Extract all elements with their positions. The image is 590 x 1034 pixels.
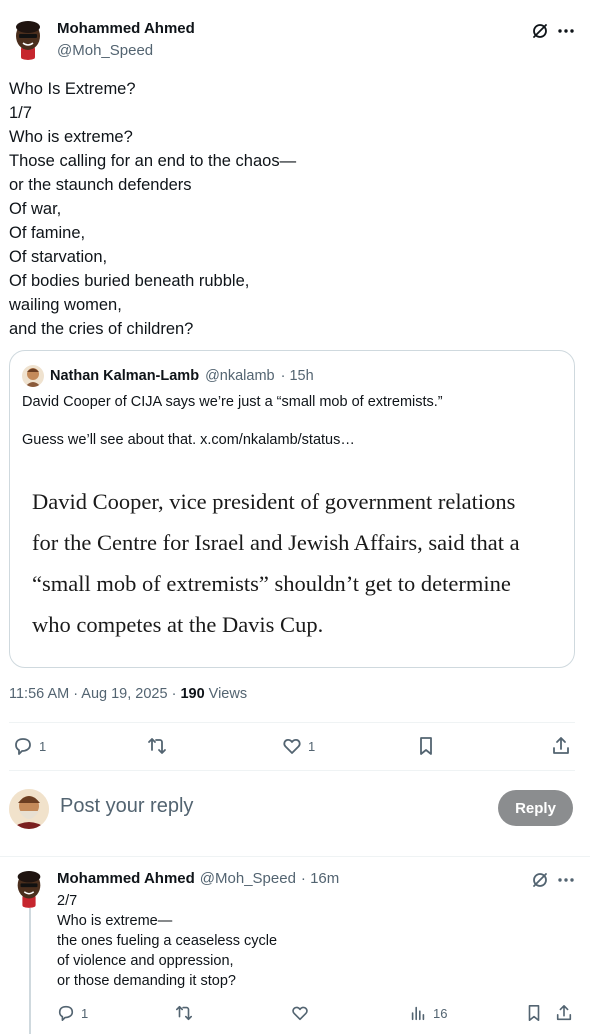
views-button[interactable]: 16	[409, 1004, 447, 1022]
quoted-tweet-time: · 15h	[280, 368, 314, 384]
bookmark-icon	[528, 1004, 540, 1022]
share-icon	[553, 737, 569, 754]
author-avatar[interactable]	[10, 20, 46, 60]
thread-author-avatar-image	[17, 871, 41, 908]
quoted-author-handle: @nkalamb	[205, 368, 275, 384]
like-icon	[292, 1006, 308, 1021]
current-user-avatar[interactable]	[9, 789, 49, 829]
retweet-icon	[148, 738, 166, 754]
more-icon[interactable]	[556, 870, 576, 895]
grok-icon[interactable]	[530, 21, 550, 46]
quoted-tweet-text: David Cooper of CIJA says we’re just a “…	[22, 394, 443, 410]
views-count: 190	[180, 686, 205, 702]
grok-icon[interactable]	[530, 870, 550, 895]
reply-button[interactable]: 1	[57, 1004, 88, 1022]
quoted-author-avatar	[22, 365, 44, 387]
tweet-meta: 11:56 AM · Aug 19, 2025 · 190 Views	[9, 686, 247, 702]
quoted-tweet-card[interactable]: Nathan Kalman-Lamb @nkalamb · 15h David …	[9, 350, 575, 668]
reply-count: 1	[39, 738, 47, 754]
reply-submit-button[interactable]: Reply	[498, 790, 573, 826]
quoted-author-name: Nathan Kalman-Lamb	[50, 368, 200, 384]
quoted-tweet-link-text: Guess we’ll see about that. x.com/nkalam…	[22, 432, 355, 448]
like-icon	[283, 738, 301, 754]
bookmark-button[interactable]	[416, 736, 436, 756]
thread-connector-line	[29, 908, 31, 1034]
thread-author-avatar[interactable]	[12, 870, 46, 908]
thread-author-handle[interactable]: @Moh_Speed	[200, 870, 296, 887]
thread-tweet-header: Mohammed Ahmed @Moh_Speed · 16m	[57, 870, 339, 887]
views-label: Views	[204, 686, 248, 702]
like-button[interactable]	[291, 1004, 309, 1022]
reply-count: 1	[81, 1005, 89, 1021]
author-handle[interactable]: @Moh_Speed	[57, 42, 153, 59]
reply-button[interactable]: 1	[13, 736, 46, 756]
reply-input[interactable]: Post your reply	[60, 795, 193, 818]
reply-icon	[58, 1005, 74, 1022]
share-button[interactable]	[555, 1004, 573, 1022]
like-count: 1	[308, 738, 316, 754]
thread-tweet-time[interactable]: · 16m	[301, 870, 339, 887]
reply-icon	[15, 738, 31, 755]
like-button[interactable]: 1	[282, 736, 315, 756]
views-count: 16	[433, 1005, 448, 1021]
thread-tweet-action-bar: 1 16	[57, 1004, 577, 1024]
current-user-avatar-image	[9, 789, 49, 829]
share-icon	[556, 1004, 572, 1021]
retweet-icon	[175, 1005, 193, 1021]
divider	[9, 722, 575, 723]
views-icon	[411, 1006, 425, 1021]
quoted-tweet-header: Nathan Kalman-Lamb @nkalamb · 15h	[22, 365, 314, 387]
divider	[9, 770, 575, 771]
thread-author-name[interactable]: Mohammed Ahmed	[57, 870, 195, 887]
quoted-image-excerpt: David Cooper, vice president of governme…	[32, 489, 520, 637]
retweet-button[interactable]	[175, 1004, 193, 1022]
author-avatar-image	[16, 21, 40, 60]
divider	[0, 856, 590, 857]
tweet-action-bar: 1 1	[9, 736, 575, 758]
retweet-button[interactable]	[147, 736, 167, 756]
bookmark-icon	[420, 737, 432, 755]
thread-tweet-text: 2/7 Who is extreme— the ones fueling a c…	[57, 893, 278, 989]
bookmark-button[interactable]	[525, 1004, 543, 1022]
tweet-timestamp[interactable]: 11:56 AM · Aug 19, 2025 ·	[9, 686, 180, 702]
author-name[interactable]: Mohammed Ahmed	[57, 20, 195, 37]
tweet-text: Who Is Extreme? 1/7 Who is extreme? Thos…	[9, 80, 297, 338]
more-icon[interactable]	[556, 21, 576, 46]
share-button[interactable]	[551, 736, 571, 756]
